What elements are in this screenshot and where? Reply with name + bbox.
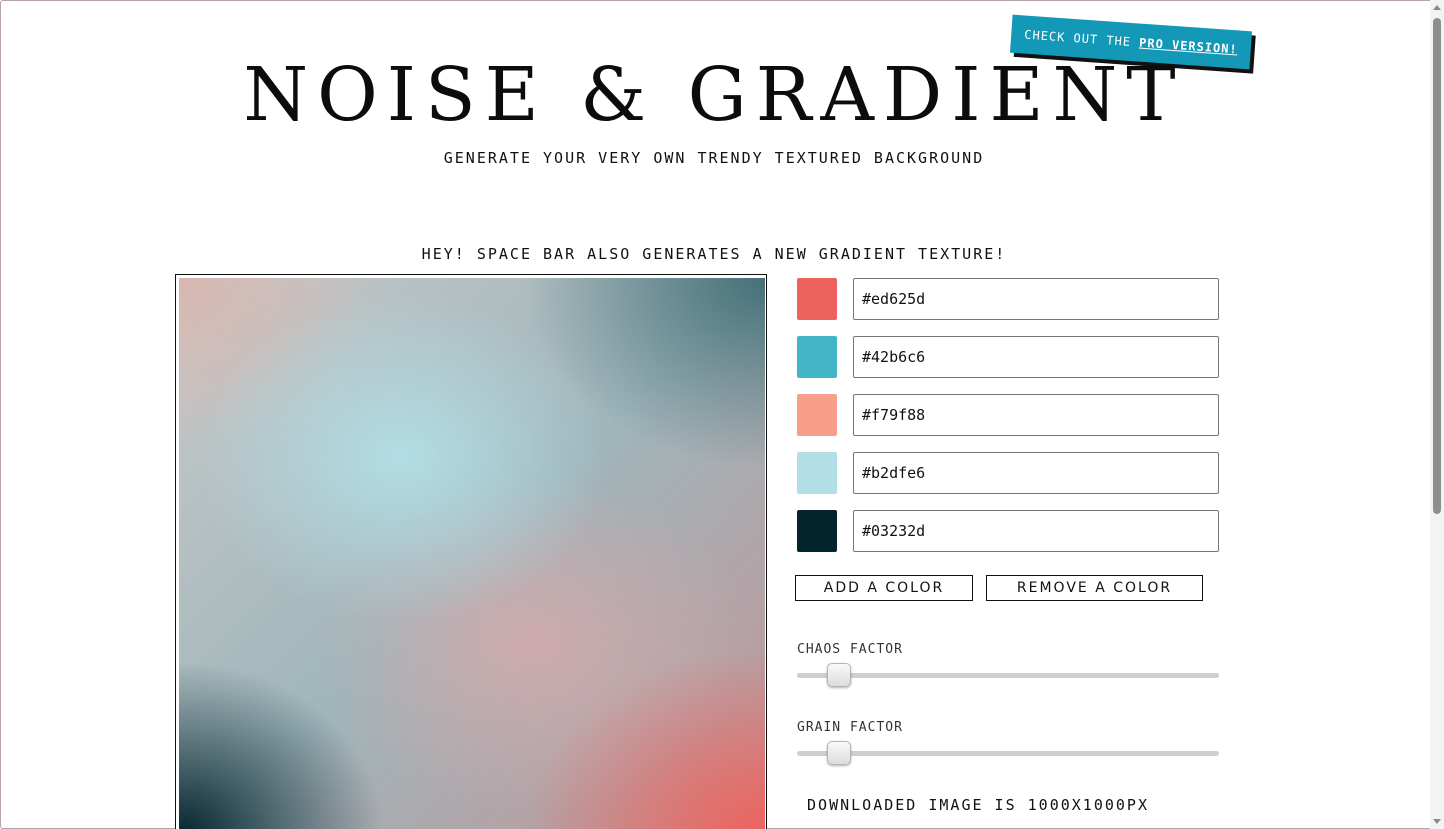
gradient-preview-canvas[interactable]	[179, 278, 765, 829]
download-size-note: DOWNLOADED IMAGE IS 1000X1000PX	[807, 796, 1149, 814]
chaos-factor-slider[interactable]	[797, 663, 1219, 687]
scrollbar-thumb[interactable]	[1433, 18, 1441, 514]
chaos-slider-thumb[interactable]	[827, 663, 852, 687]
color-hex-input[interactable]	[853, 278, 1219, 320]
color-hex-input[interactable]	[853, 452, 1219, 494]
chaos-factor-label: CHAOS FACTOR	[797, 642, 903, 657]
color-row	[797, 510, 1219, 552]
add-color-button[interactable]: ADD A COLOR	[795, 575, 973, 601]
color-swatch[interactable]	[797, 510, 837, 552]
remove-color-button[interactable]: REMOVE A COLOR	[986, 575, 1203, 601]
grain-slider-thumb[interactable]	[827, 741, 852, 765]
grain-factor-label: GRAIN FACTOR	[797, 720, 903, 735]
color-hex-input[interactable]	[853, 510, 1219, 552]
color-hex-input[interactable]	[853, 336, 1219, 378]
space-bar-hint: HEY! SPACE BAR ALSO GENERATES A NEW GRAD…	[421, 245, 1007, 263]
scroll-up-arrow-icon[interactable]	[1433, 5, 1441, 10]
color-swatch[interactable]	[797, 278, 837, 320]
color-row	[797, 278, 1219, 320]
page-subtitle: GENERATE YOUR VERY OWN TRENDY TEXTURED B…	[443, 149, 985, 167]
scroll-down-arrow-icon[interactable]	[1433, 819, 1441, 824]
color-row	[797, 336, 1219, 378]
gradient-preview-frame	[175, 274, 767, 829]
color-row	[797, 452, 1219, 494]
page-title: NOISE & GRADIENT	[243, 52, 1185, 138]
color-swatch[interactable]	[797, 336, 837, 378]
page-scrollbar[interactable]	[1430, 0, 1444, 829]
pro-badge-prefix: CHECK OUT THE	[1023, 27, 1140, 50]
color-row	[797, 394, 1219, 436]
color-swatch[interactable]	[797, 394, 837, 436]
grain-factor-slider[interactable]	[797, 741, 1219, 765]
color-hex-input[interactable]	[853, 394, 1219, 436]
color-swatch[interactable]	[797, 452, 837, 494]
